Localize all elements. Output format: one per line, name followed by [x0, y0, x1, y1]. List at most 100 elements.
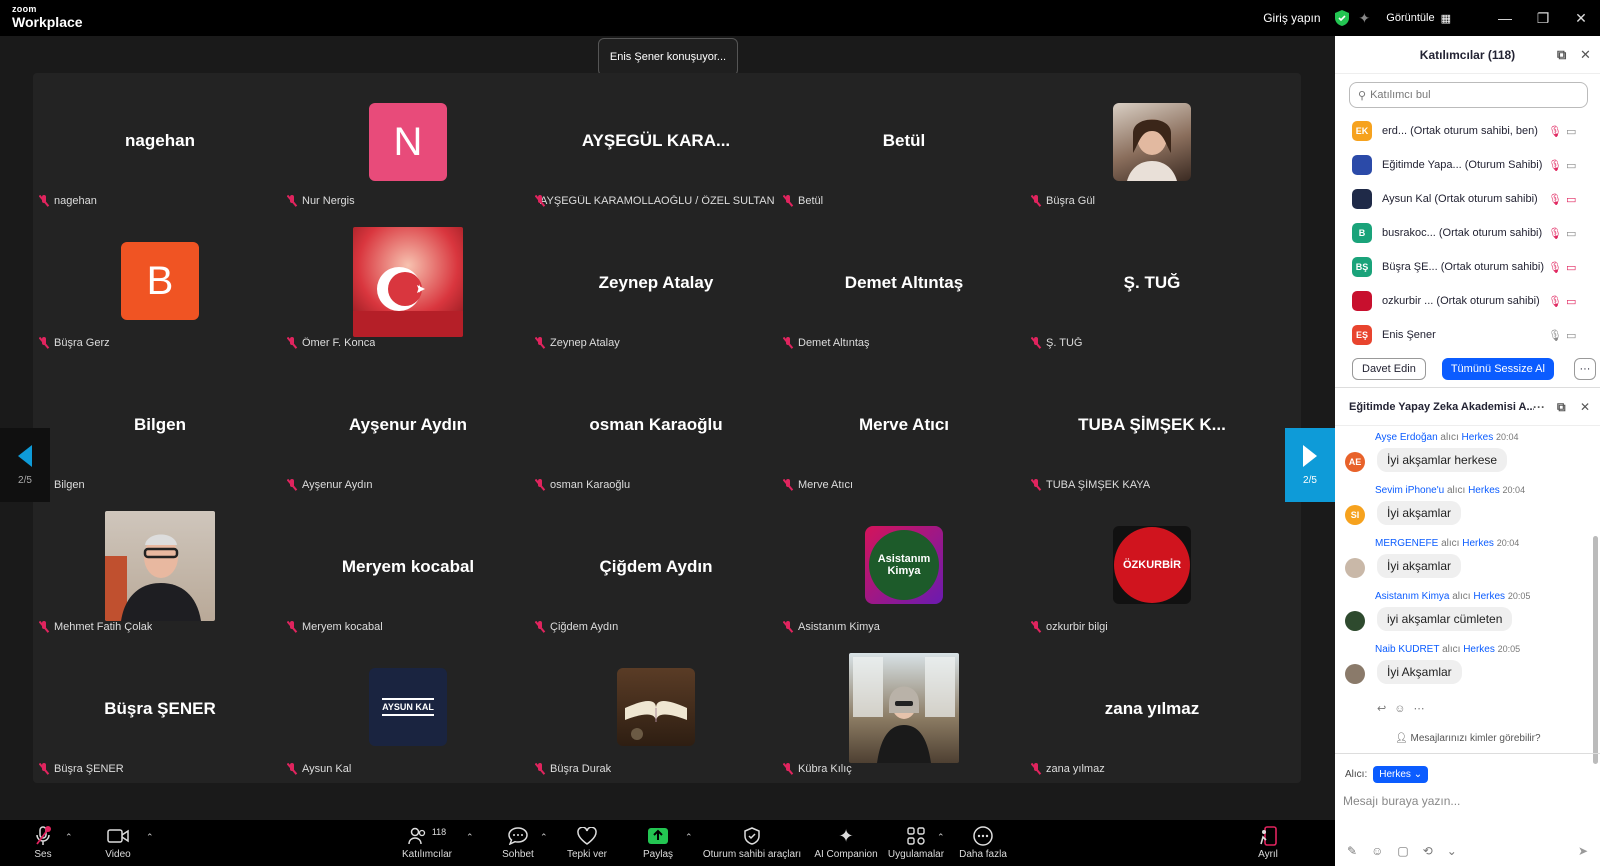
close-button[interactable]: ✕: [1562, 10, 1600, 27]
more-options-button[interactable]: ···: [1573, 357, 1596, 380]
sender-name[interactable]: Ayşe Erdoğan: [1375, 432, 1438, 443]
close-icon[interactable]: ✕: [1580, 400, 1590, 414]
share-options-chevron-icon[interactable]: ⌃: [685, 832, 693, 843]
leave-button[interactable]: Ayrıl: [1250, 820, 1286, 866]
participant-row[interactable]: EŞ Enis Şener 🎙︎ ▭: [1335, 318, 1600, 350]
ai-companion-button[interactable]: ✦ AI Companion: [810, 820, 882, 866]
video-tile[interactable]: osman Karaoğlu osman Karaoğlu: [529, 357, 783, 499]
camera-off-icon[interactable]: ▭: [1566, 193, 1576, 206]
popout-icon[interactable]: ⧉: [1557, 47, 1566, 63]
participant-row[interactable]: EK erd... (Ortak oturum sahibi, ben) 🎙︎ ▭: [1335, 114, 1600, 148]
participant-row[interactable]: BŞ Büşra ŞE... (Ortak oturum sahibi) 🎙︎ ▭: [1335, 250, 1600, 284]
video-tile[interactable]: Çiğdem Aydın Çiğdem Aydın: [529, 499, 783, 641]
camera-off-icon[interactable]: ▭: [1566, 295, 1576, 308]
video-tile[interactable]: Büşra Gül: [1025, 73, 1279, 215]
minimize-button[interactable]: —: [1486, 10, 1524, 26]
more-button[interactable]: Daha fazla: [957, 820, 1009, 866]
react-button[interactable]: Tepki ver: [565, 820, 609, 866]
participants-options-chevron-icon[interactable]: ⌃: [466, 832, 474, 843]
sender-name[interactable]: Naib KUDRET: [1375, 644, 1439, 655]
share-button[interactable]: Paylaş: [640, 820, 676, 866]
video-tile[interactable]: Büşra Durak: [529, 641, 783, 783]
mic-muted-icon[interactable]: 🎙︎: [1548, 125, 1562, 138]
mic-muted-icon[interactable]: 🎙︎: [1548, 295, 1562, 308]
chevron-down-icon[interactable]: ⌄: [1447, 844, 1471, 858]
camera-icon[interactable]: ▭: [1566, 227, 1576, 240]
participant-row[interactable]: Eğitimde Yapa... (Oturum Sahibi) 🎙︎ ▭: [1335, 148, 1600, 182]
recipient-name[interactable]: Herkes: [1463, 644, 1495, 655]
shield-icon[interactable]: [1334, 10, 1349, 26]
recipient-name[interactable]: Herkes: [1462, 432, 1494, 443]
audio-button[interactable]: Ses: [28, 820, 58, 866]
participant-search-input[interactable]: ⚲ Katılımcı bul: [1349, 82, 1588, 108]
format-icon[interactable]: ✎: [1347, 844, 1371, 858]
audio-options-chevron-icon[interactable]: ⌃: [65, 832, 73, 843]
invite-button[interactable]: Davet Edin: [1352, 357, 1426, 380]
grid-view-icon[interactable]: ▦: [1441, 12, 1451, 25]
chat-button[interactable]: Sohbet: [498, 820, 538, 866]
apps-button[interactable]: Uygulamalar: [885, 820, 947, 866]
video-tile[interactable]: Asistanım Kimya Asistanım Kimya: [777, 499, 1031, 641]
participant-row[interactable]: Aysun Kal (Ortak oturum sahibi) 🎙︎ ▭: [1335, 182, 1600, 216]
mic-muted-icon[interactable]: 🎙︎: [1548, 159, 1562, 172]
camera-off-icon[interactable]: ▭: [1566, 261, 1576, 274]
video-tile[interactable]: zana yılmaz zana yılmaz: [1025, 641, 1279, 783]
send-icon[interactable]: ➤: [1578, 844, 1588, 858]
mute-all-button[interactable]: Tümünü Sessize Al: [1441, 357, 1554, 380]
video-tile[interactable]: Bilgen Bilgen: [33, 357, 287, 499]
participant-row[interactable]: ozkurbir ... (Ortak oturum sahibi) 🎙︎ ▭: [1335, 284, 1600, 318]
recipient-dropdown[interactable]: Herkes ⌄: [1373, 766, 1429, 783]
camera-icon[interactable]: ▭: [1566, 159, 1576, 172]
video-tile[interactable]: B Büşra Gerz: [33, 215, 287, 357]
sender-name[interactable]: Asistanım Kimya: [1375, 591, 1449, 602]
video-tile[interactable]: Betül Betül: [777, 73, 1031, 215]
mic-muted-icon[interactable]: 🎙︎: [1548, 193, 1562, 206]
video-tile[interactable]: Demet Altıntaş Demet Altıntaş: [777, 215, 1031, 357]
screenshot-icon[interactable]: ⟲: [1423, 844, 1447, 858]
video-button[interactable]: Video: [100, 820, 136, 866]
participant-row[interactable]: B busrakoc... (Ortak oturum sahibi) 🎙︎ ▭: [1335, 216, 1600, 250]
sender-name[interactable]: Sevim iPhone'u: [1375, 485, 1444, 496]
more-dots-icon[interactable]: ⋯: [1413, 703, 1432, 715]
sparkle-icon[interactable]: ✦: [1359, 10, 1371, 27]
recipient-name[interactable]: Herkes: [1462, 538, 1494, 549]
message-visibility-link[interactable]: 👤︎ Mesajlarınızı kimler görebilir?: [1395, 733, 1541, 744]
video-tile[interactable]: Ş. TUĞ Ş. TUĞ: [1025, 215, 1279, 357]
message-input[interactable]: Mesajı buraya yazın...: [1343, 794, 1460, 808]
next-page-button[interactable]: 2/5: [1285, 428, 1335, 502]
camera-icon[interactable]: ▭: [1566, 125, 1576, 138]
video-tile[interactable]: TUBA ŞİMŞEK K... TUBA ŞİMŞEK KAYA: [1025, 357, 1279, 499]
close-icon[interactable]: ✕: [1580, 47, 1591, 63]
mic-icon[interactable]: 🎙︎: [1548, 329, 1562, 342]
more-dots-icon[interactable]: ···: [1533, 400, 1545, 414]
video-tile[interactable]: ÖZKURBİR ozkurbir bilgi: [1025, 499, 1279, 641]
mic-muted-icon[interactable]: 🎙︎: [1548, 227, 1562, 240]
message-actions[interactable]: ↩☺⋯: [1377, 702, 1432, 715]
sender-name[interactable]: MERGENEFE: [1375, 538, 1438, 549]
reply-icon[interactable]: ↩: [1377, 703, 1394, 715]
video-tile[interactable]: Meryem kocabal Meryem kocabal: [281, 499, 535, 641]
video-tile[interactable]: Ömer F. Konca: [281, 215, 535, 357]
chat-options-chevron-icon[interactable]: ⌃: [540, 832, 548, 843]
participants-button[interactable]: 118 Katılımcılar: [400, 820, 454, 866]
chat-scrollbar[interactable]: [1593, 536, 1598, 764]
restore-button[interactable]: ❐: [1524, 10, 1562, 27]
emoji-icon[interactable]: ☺: [1371, 844, 1397, 858]
host-tools-button[interactable]: Oturum sahibi araçları: [702, 820, 802, 866]
video-tile[interactable]: Ayşenur Aydın Ayşenur Aydın: [281, 357, 535, 499]
recipient-name[interactable]: Herkes: [1473, 591, 1505, 602]
apps-options-chevron-icon[interactable]: ⌃: [937, 832, 945, 843]
video-tile[interactable]: N Nur Nergis: [281, 73, 535, 215]
popout-icon[interactable]: ⧉: [1557, 400, 1566, 415]
video-tile[interactable]: Büşra ŞENER Büşra ŞENER: [33, 641, 287, 783]
view-button[interactable]: Görüntüle: [1386, 12, 1434, 24]
video-tile[interactable]: Mehmet Fatih Çolak: [33, 499, 287, 641]
recipient-name[interactable]: Herkes: [1468, 485, 1500, 496]
video-tile[interactable]: Kübra Kılıç: [777, 641, 1031, 783]
signin-link[interactable]: Giriş yapın: [1263, 11, 1320, 25]
video-tile[interactable]: Zeynep Atalay Zeynep Atalay: [529, 215, 783, 357]
mic-muted-icon[interactable]: 🎙︎: [1548, 261, 1562, 274]
camera-icon[interactable]: ▭: [1566, 329, 1576, 342]
video-tile[interactable]: AYŞEGÜL KARA... AYŞEGÜL KARAMOLLAOĞLU / …: [529, 73, 783, 215]
video-tile[interactable]: Merve Atıcı Merve Atıcı: [777, 357, 1031, 499]
